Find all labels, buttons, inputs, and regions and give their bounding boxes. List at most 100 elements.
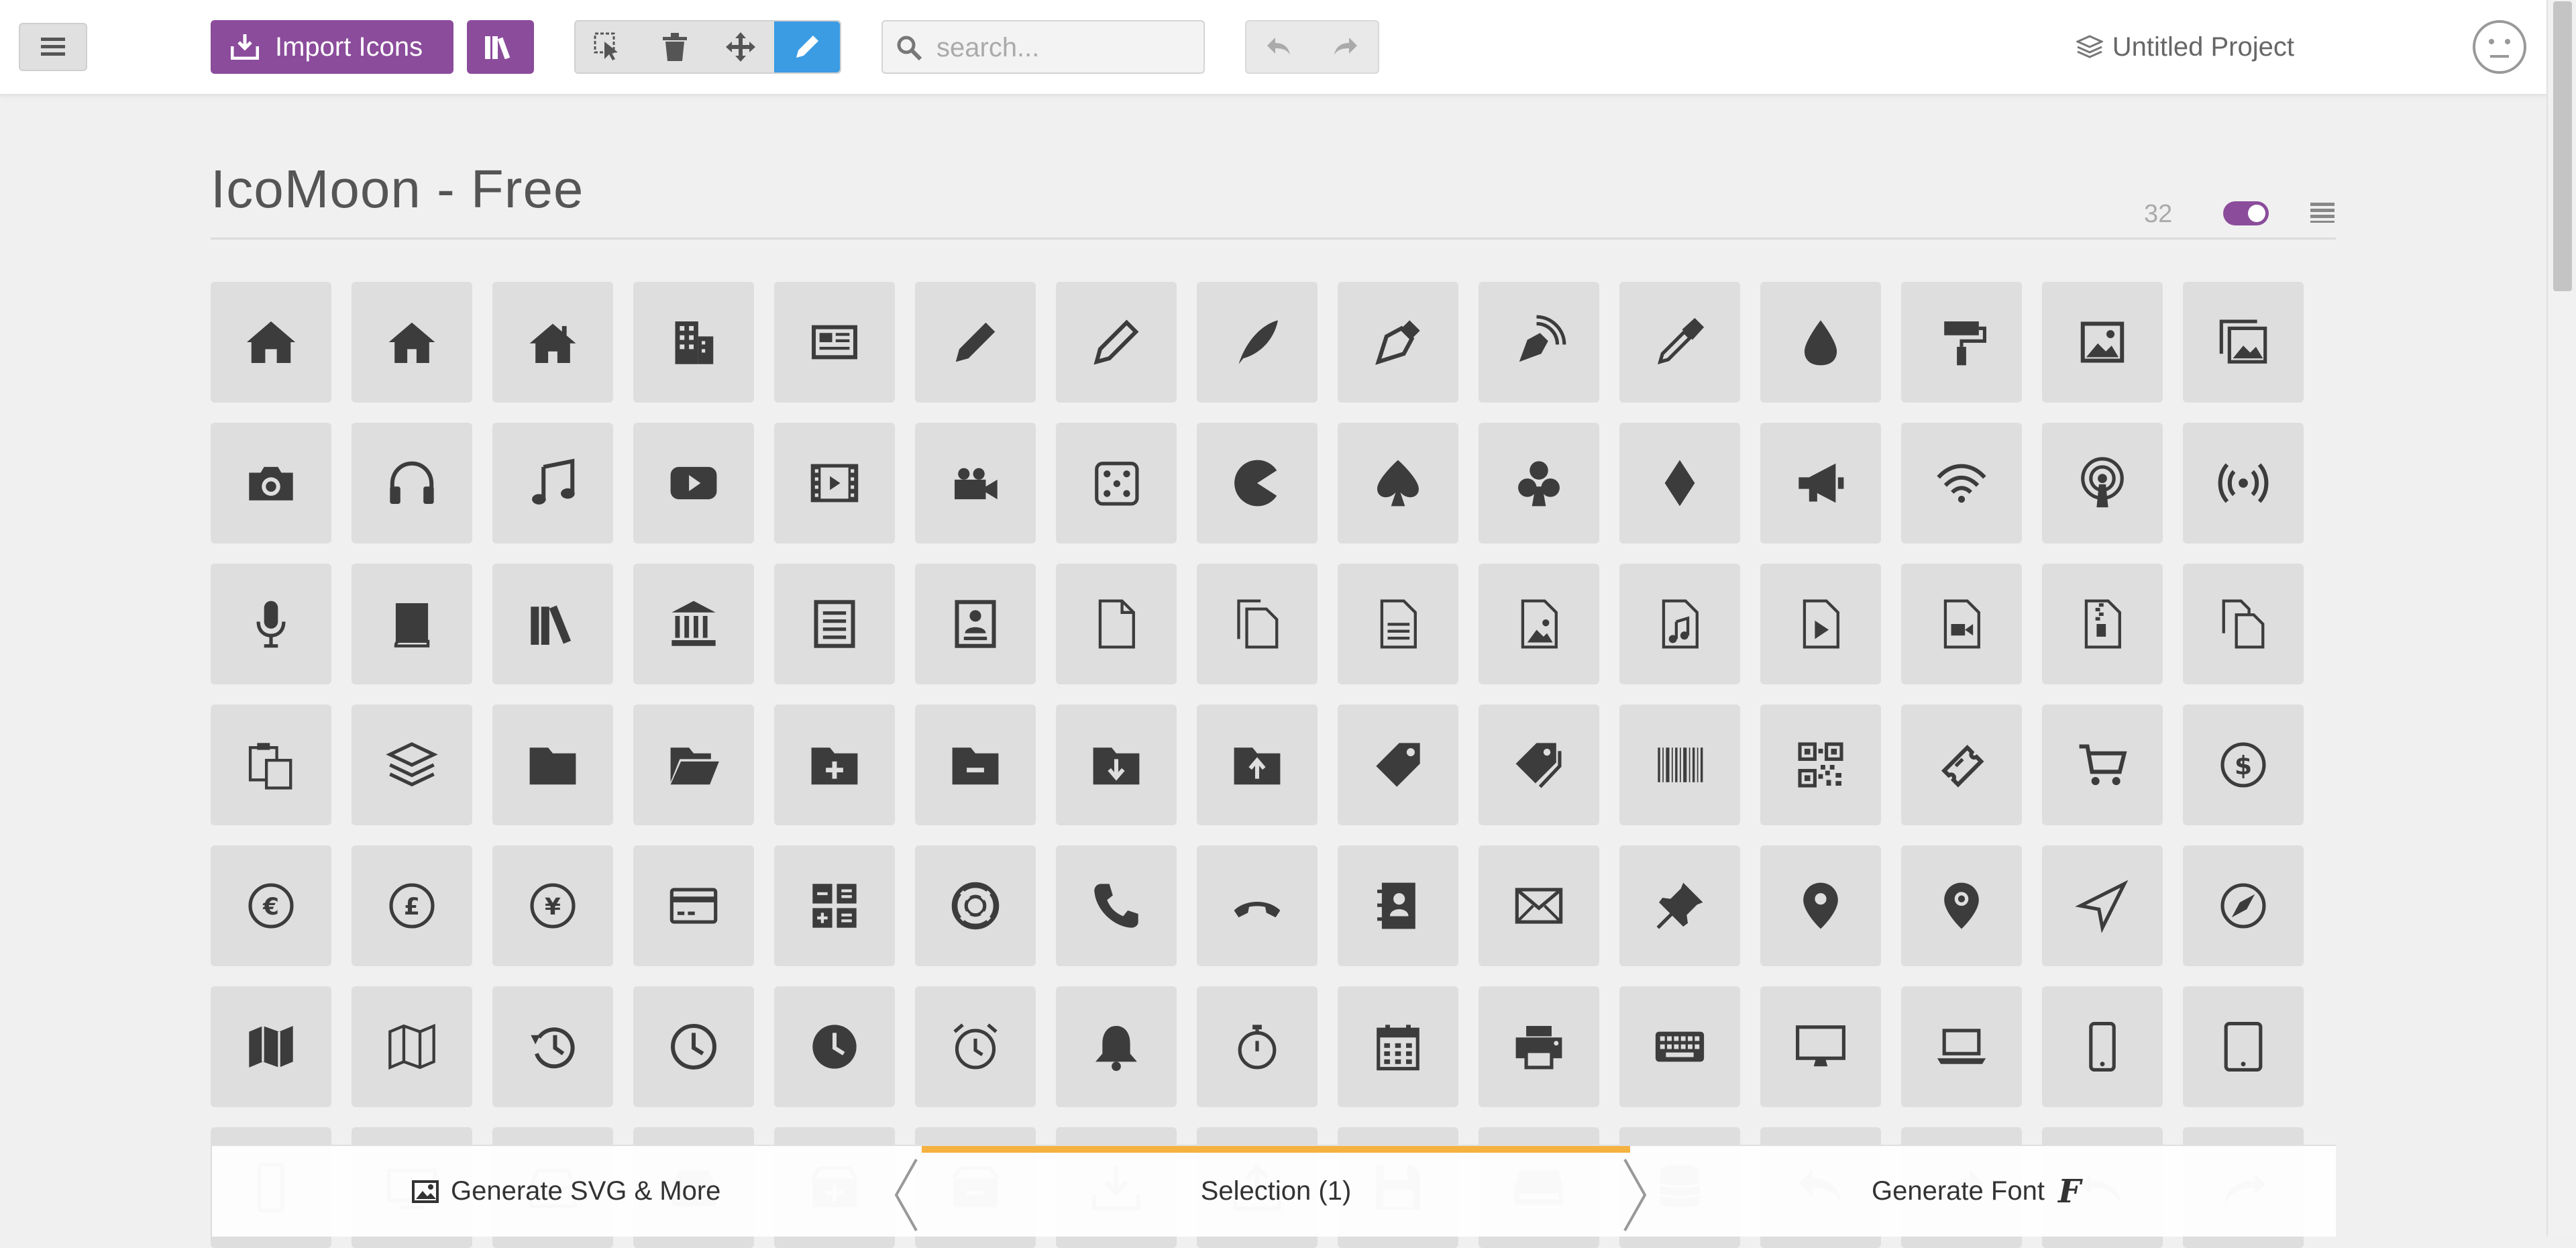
icon-tile[interactable] <box>1338 705 1458 825</box>
icon-tile[interactable] <box>915 564 1036 684</box>
generate-svg-button[interactable]: Generate SVG & More <box>412 1146 720 1237</box>
icon-tile[interactable] <box>774 282 895 403</box>
icon-tile[interactable] <box>774 423 895 543</box>
icon-tile[interactable] <box>1619 423 1740 543</box>
icon-tile[interactable] <box>1338 845 1458 966</box>
icon-tile[interactable] <box>633 564 754 684</box>
icon-tile[interactable] <box>1901 705 2022 825</box>
icon-tile[interactable] <box>1056 705 1177 825</box>
icon-tile[interactable] <box>1901 282 2022 403</box>
generate-font-button[interactable]: Generate Font F <box>1872 1146 2081 1237</box>
icon-tile[interactable] <box>2042 423 2163 543</box>
icon-library-button[interactable] <box>467 20 534 74</box>
page-scrollbar[interactable] <box>2546 0 2576 1237</box>
icon-tile[interactable] <box>1056 282 1177 403</box>
icon-tile[interactable] <box>352 564 472 684</box>
icon-tile[interactable] <box>633 282 754 403</box>
project-selector[interactable]: Untitled Project <box>2076 27 2294 67</box>
icon-tile[interactable] <box>2183 845 2304 966</box>
icon-tile[interactable] <box>1197 845 1318 966</box>
icon-tile[interactable] <box>1901 845 2022 966</box>
icon-tile[interactable] <box>1056 845 1177 966</box>
icon-tile[interactable] <box>352 986 472 1107</box>
icon-tile[interactable] <box>1760 282 1881 403</box>
edit-tool-button[interactable] <box>773 21 840 72</box>
icon-tile[interactable] <box>211 423 331 543</box>
icon-tile[interactable] <box>774 705 895 825</box>
icon-tile[interactable] <box>633 845 754 966</box>
icon-tile[interactable] <box>492 564 613 684</box>
icon-tile[interactable] <box>1197 564 1318 684</box>
icon-tile[interactable] <box>2042 705 2163 825</box>
icon-set-toggle[interactable] <box>2223 201 2269 225</box>
icon-tile[interactable] <box>1479 423 1599 543</box>
icon-tile[interactable] <box>633 986 754 1107</box>
icon-tile[interactable] <box>1901 564 2022 684</box>
icon-tile[interactable] <box>2183 564 2304 684</box>
icon-tile[interactable] <box>1619 282 1740 403</box>
redo-button[interactable] <box>1312 21 1378 72</box>
icon-tile[interactable] <box>1338 423 1458 543</box>
icon-tile[interactable] <box>352 705 472 825</box>
main-menu-button[interactable] <box>19 23 87 71</box>
icon-tile[interactable] <box>1338 564 1458 684</box>
icon-tile[interactable] <box>774 845 895 966</box>
icon-tile[interactable] <box>1901 423 2022 543</box>
icon-tile[interactable] <box>1197 705 1318 825</box>
icon-tile[interactable] <box>352 282 472 403</box>
icon-tile[interactable] <box>915 986 1036 1107</box>
search-input[interactable] <box>935 30 1193 66</box>
import-icons-button[interactable]: Import Icons <box>211 20 453 74</box>
icon-tile[interactable] <box>492 423 613 543</box>
icon-tile[interactable] <box>352 423 472 543</box>
icon-tile[interactable] <box>1479 564 1599 684</box>
icon-tile[interactable] <box>915 423 1036 543</box>
delete-tool-button[interactable] <box>642 21 708 72</box>
icon-tile[interactable] <box>2183 986 2304 1107</box>
icon-tile[interactable] <box>1197 282 1318 403</box>
icon-tile[interactable] <box>1479 705 1599 825</box>
icon-tile[interactable]: ¥ <box>492 845 613 966</box>
select-tool-button[interactable] <box>576 21 642 72</box>
icon-tile[interactable] <box>211 564 331 684</box>
icon-tile[interactable] <box>492 282 613 403</box>
icon-tile[interactable] <box>492 705 613 825</box>
icon-tile[interactable] <box>1901 986 2022 1107</box>
icon-tile[interactable] <box>1338 282 1458 403</box>
move-tool-button[interactable] <box>708 21 774 72</box>
icon-tile[interactable] <box>2183 423 2304 543</box>
undo-button[interactable] <box>1246 21 1312 72</box>
icon-tile[interactable] <box>915 845 1036 966</box>
icon-tile[interactable] <box>2042 564 2163 684</box>
icon-tile[interactable] <box>2042 986 2163 1107</box>
icon-tile[interactable] <box>633 705 754 825</box>
icon-tile[interactable] <box>1056 423 1177 543</box>
icon-tile[interactable] <box>774 986 895 1107</box>
icon-tile[interactable] <box>492 986 613 1107</box>
scrollbar-thumb[interactable] <box>2553 1 2572 291</box>
icon-tile[interactable] <box>1619 705 1740 825</box>
icon-tile[interactable] <box>1056 986 1177 1107</box>
icon-tile[interactable] <box>633 423 754 543</box>
icon-tile[interactable] <box>1338 986 1458 1107</box>
icon-tile[interactable] <box>2042 845 2163 966</box>
icon-tile[interactable] <box>915 282 1036 403</box>
icon-tile[interactable] <box>1760 986 1881 1107</box>
icon-tile[interactable] <box>2042 282 2163 403</box>
selection-button[interactable]: Selection (1) <box>922 1146 1630 1237</box>
icon-tile[interactable] <box>211 282 331 403</box>
icon-tile[interactable] <box>1619 564 1740 684</box>
icon-tile[interactable]: £ <box>352 845 472 966</box>
icon-tile[interactable] <box>1619 986 1740 1107</box>
icon-tile[interactable] <box>211 986 331 1107</box>
icon-tile[interactable]: $ <box>2183 705 2304 825</box>
icon-tile[interactable] <box>2183 282 2304 403</box>
icon-tile[interactable] <box>915 705 1036 825</box>
icon-tile[interactable] <box>1197 423 1318 543</box>
icon-tile[interactable] <box>1760 423 1881 543</box>
icon-tile[interactable] <box>1760 845 1881 966</box>
icon-tile[interactable] <box>1479 845 1599 966</box>
icon-tile[interactable] <box>1619 845 1740 966</box>
set-menu-icon[interactable] <box>2310 203 2334 223</box>
icon-tile[interactable]: € <box>211 845 331 966</box>
